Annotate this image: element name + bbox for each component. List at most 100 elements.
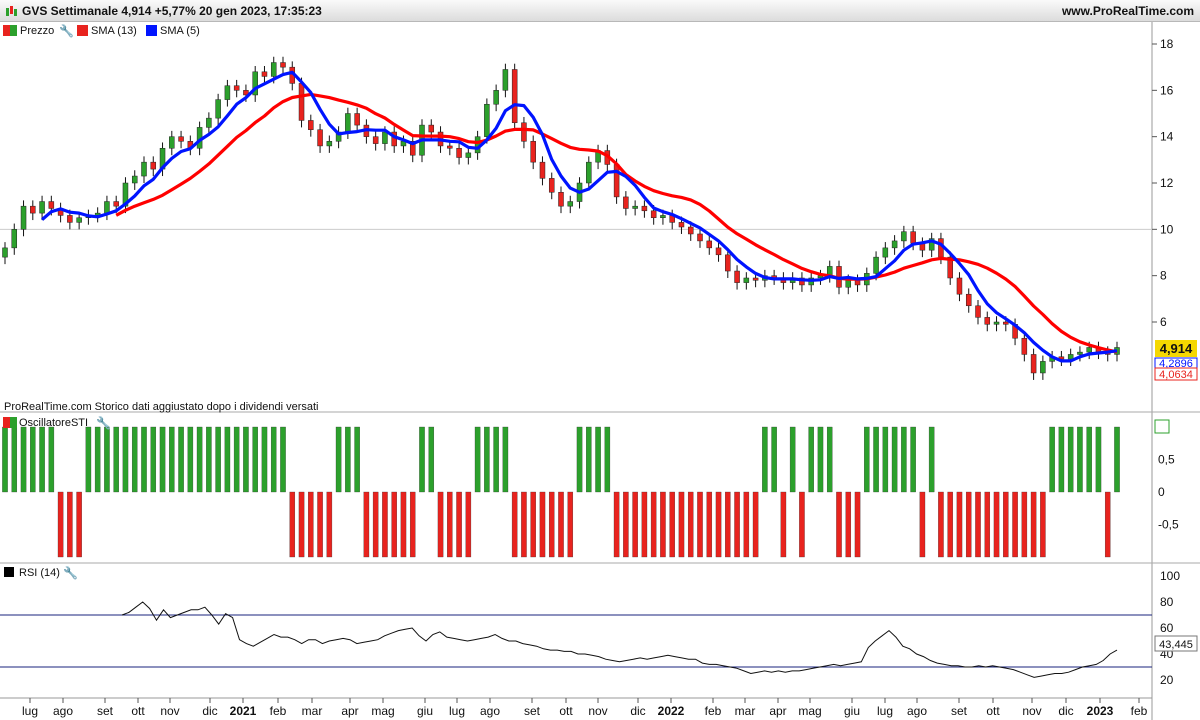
x-tick-label: nov — [588, 704, 607, 718]
osc-bar-negative — [317, 491, 323, 558]
osc-bar-positive — [150, 426, 157, 493]
osc-bar-positive — [252, 426, 258, 493]
osc-bar-negative — [975, 491, 981, 558]
candle-down — [48, 201, 55, 209]
osc-bar-negative — [641, 491, 648, 558]
osc-bar-positive — [122, 426, 129, 493]
osc-bar-positive — [595, 426, 601, 493]
candle-down — [965, 293, 972, 307]
x-tick-label: feb — [270, 704, 287, 718]
x-tick-label: mar — [735, 704, 756, 718]
osc-bar-negative — [558, 491, 564, 558]
candle-down — [984, 317, 991, 325]
osc-bar-positive — [113, 426, 119, 493]
candle-down — [317, 129, 323, 147]
rsi-tick-label: 80 — [1160, 595, 1174, 609]
osc-bar-negative — [836, 491, 842, 558]
wrench-icon[interactable]: 🔧 — [59, 23, 74, 38]
osc-tick-label: 0 — [1158, 485, 1165, 499]
candle-up — [131, 175, 138, 184]
x-tick-label: mar — [302, 704, 323, 718]
osc-bar-positive — [20, 426, 27, 493]
osc-bar-negative — [632, 491, 638, 558]
osc-bar-negative — [289, 491, 296, 558]
osc-bar-negative — [308, 491, 314, 558]
osc-bar-negative — [409, 491, 416, 558]
candle-down — [650, 210, 657, 219]
x-tick-label: giu — [417, 704, 433, 718]
legend-rsi: RSI (14) — [19, 567, 60, 579]
osc-bar-positive — [354, 426, 360, 493]
wrench-icon[interactable]: 🔧 — [63, 565, 78, 580]
x-tick-label: set — [524, 704, 541, 718]
candle-up — [632, 205, 638, 209]
candle-down — [539, 161, 546, 179]
x-tick-label: set — [951, 704, 968, 718]
candle-up — [206, 117, 212, 128]
osc-bar-positive — [789, 426, 796, 493]
osc-bar-positive — [474, 426, 481, 493]
candle-up — [1086, 347, 1092, 353]
candle-down — [30, 205, 36, 214]
candle-down — [150, 161, 157, 170]
x-tick-label: dic — [630, 704, 645, 718]
price-tick-label: 12 — [1160, 176, 1174, 190]
last-price-label: 4,914 — [1160, 341, 1193, 356]
osc-bar-positive — [428, 426, 435, 493]
x-tick-label: 2021 — [230, 704, 257, 718]
osc-bar-negative — [947, 491, 953, 558]
price-legend: Prezzo SMA (13) SMA (5) 🔧 — [3, 23, 200, 38]
osc-bar-positive — [261, 426, 268, 493]
candle-up — [567, 201, 574, 207]
osc-bar-negative — [965, 491, 972, 558]
x-tick-label: nov — [160, 704, 179, 718]
osc-bar-positive — [484, 426, 490, 493]
x-tick-label: 2022 — [658, 704, 685, 718]
legend-price: Prezzo — [20, 25, 54, 37]
candle-up — [39, 201, 45, 214]
sma13-price-label: 4,0634 — [1159, 369, 1193, 381]
candle-up — [465, 152, 472, 158]
osc-bar-negative — [623, 491, 629, 558]
candle-up — [1067, 354, 1074, 360]
osc-bar-negative — [521, 491, 527, 558]
osc-bar-positive — [94, 426, 101, 493]
osc-bar-negative — [660, 491, 666, 558]
osc-bar-positive — [169, 426, 175, 493]
osc-bar-positive — [502, 426, 509, 493]
candle-up — [901, 231, 907, 242]
x-tick-label: ago — [53, 704, 73, 718]
osc-bar-negative — [298, 491, 305, 558]
candle-up — [20, 205, 27, 230]
osc-bar-negative — [854, 491, 861, 558]
candle-down — [261, 71, 268, 77]
wrench-icon[interactable]: 🔧 — [96, 415, 111, 430]
candle-down — [697, 233, 703, 242]
osc-bar-positive — [141, 426, 147, 493]
price-tick-label: 6 — [1160, 315, 1167, 329]
candle-up — [493, 90, 499, 105]
osc-bar-positive — [817, 426, 824, 493]
osc-bar-negative — [845, 491, 852, 558]
osc-bar-negative — [511, 491, 518, 558]
osc-bar-positive — [1077, 426, 1083, 493]
candle-down — [521, 122, 527, 142]
candle-down — [956, 277, 963, 295]
osc-bar-negative — [752, 491, 759, 558]
candle-down — [548, 178, 555, 193]
osc-bar-negative — [539, 491, 546, 558]
osc-bar-positive — [280, 426, 286, 493]
legend-sma5: SMA (5) — [160, 25, 200, 37]
candle-up — [882, 247, 889, 258]
candle-down — [372, 136, 379, 144]
candle-up — [502, 69, 509, 91]
candle-down — [280, 62, 286, 68]
candle-down — [678, 222, 685, 228]
x-tick-label: feb — [705, 704, 722, 718]
osc-bar-positive — [206, 426, 212, 493]
candle-up — [169, 136, 175, 149]
candle-down — [725, 254, 731, 272]
osc-bar-positive — [771, 426, 777, 493]
candle-up — [743, 277, 750, 283]
osc-bar-negative — [669, 491, 675, 558]
